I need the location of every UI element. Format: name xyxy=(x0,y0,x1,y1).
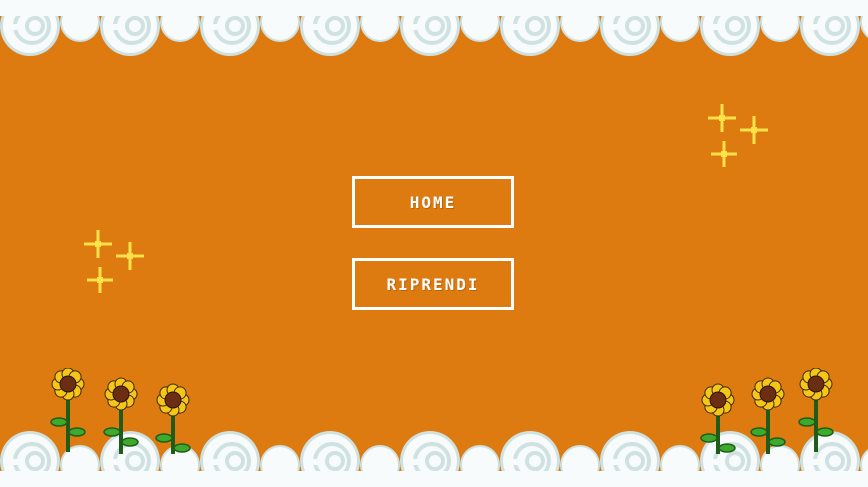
sparkle-icon xyxy=(740,116,768,144)
cloud-icon xyxy=(800,431,868,487)
sunflower-group-right xyxy=(700,368,834,454)
cloud-icon xyxy=(200,431,300,487)
cloud-icon xyxy=(400,0,500,56)
top-cloud-border xyxy=(0,0,868,56)
sunflower-icon xyxy=(155,383,191,454)
sunflower-icon xyxy=(103,377,139,454)
cloud-icon xyxy=(100,0,200,56)
cloud-icon xyxy=(700,431,800,487)
cloud-icon xyxy=(700,0,800,56)
resume-button[interactable]: RIPRENDI xyxy=(352,258,514,310)
sparkle-icon xyxy=(87,267,113,293)
cloud-icon xyxy=(800,0,868,56)
cloud-icon xyxy=(600,431,700,487)
cloud-icon xyxy=(400,431,500,487)
sparkle-icon xyxy=(116,242,144,270)
cloud-icon xyxy=(300,0,400,56)
cloud-icon xyxy=(500,431,600,487)
sparkle-cluster-right xyxy=(708,104,768,167)
sunflower-icon xyxy=(50,368,86,452)
home-button[interactable]: HOME xyxy=(352,176,514,228)
sparkle-icon xyxy=(711,141,737,167)
sunflower-icon xyxy=(700,383,736,454)
cloud-icon xyxy=(0,0,100,56)
bottom-cloud-border xyxy=(0,431,868,487)
cloud-icon xyxy=(500,0,600,56)
sunflower-group-left xyxy=(50,368,191,454)
sparkle-icon xyxy=(708,104,736,132)
sunflower-icon xyxy=(798,368,834,452)
cloud-icon xyxy=(600,0,700,56)
cloud-icon xyxy=(200,0,300,56)
cloud-icon xyxy=(100,431,200,487)
sunflower-icon xyxy=(750,377,786,454)
cloud-icon xyxy=(300,431,400,487)
sparkle-cluster-left xyxy=(84,230,144,293)
cloud-icon xyxy=(0,431,100,487)
sparkle-icon xyxy=(84,230,112,258)
